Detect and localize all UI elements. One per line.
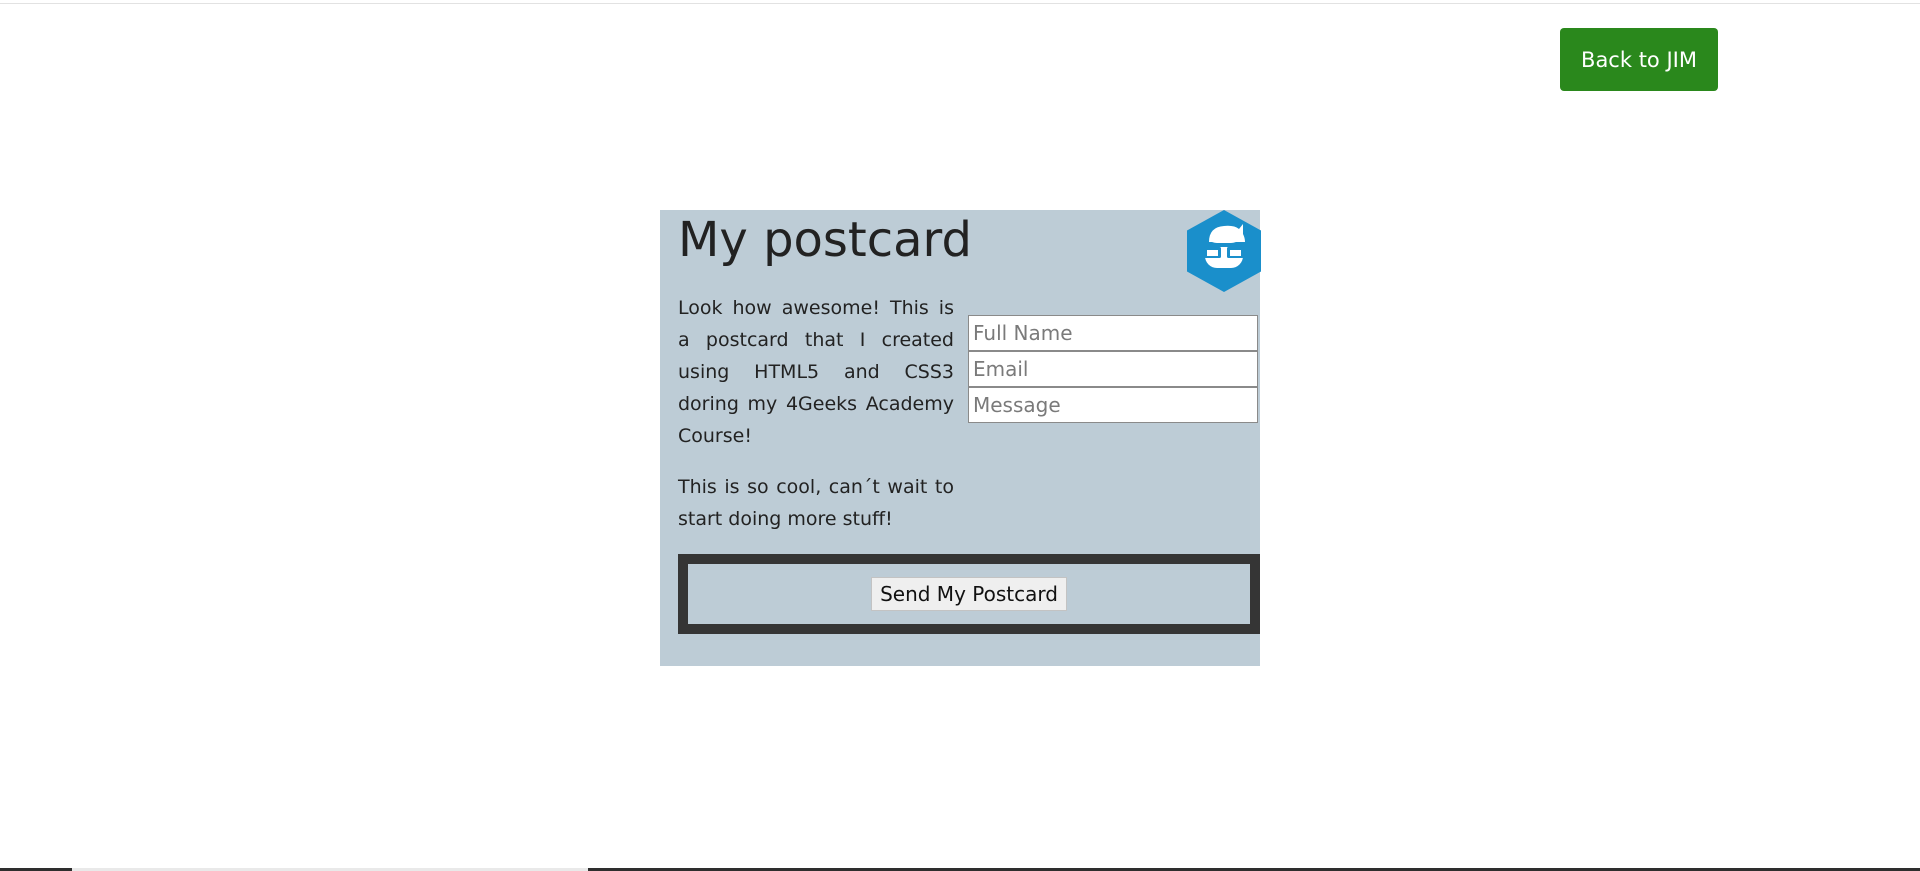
- message-input[interactable]: [968, 387, 1258, 423]
- message-paragraph-2: This is so cool, can´t wait to start doi…: [678, 476, 954, 530]
- postcard-title: My postcard: [678, 212, 972, 268]
- message-paragraph-1: Look how awesome! This is a postcard tha…: [678, 297, 954, 447]
- send-box: Send My Postcard: [678, 554, 1260, 634]
- send-postcard-button[interactable]: Send My Postcard: [871, 577, 1067, 611]
- back-to-jim-button[interactable]: Back to JIM: [1560, 28, 1718, 91]
- postcard-form: [968, 315, 1258, 423]
- geek-hexagon-icon: [1187, 210, 1261, 292]
- full-name-input[interactable]: [968, 315, 1258, 351]
- postcard-message: Look how awesome! This is a postcard tha…: [678, 292, 954, 554]
- top-divider: [0, 3, 1920, 4]
- email-input[interactable]: [968, 351, 1258, 387]
- postcard: My postcard Look how awesome! This is a …: [660, 210, 1261, 666]
